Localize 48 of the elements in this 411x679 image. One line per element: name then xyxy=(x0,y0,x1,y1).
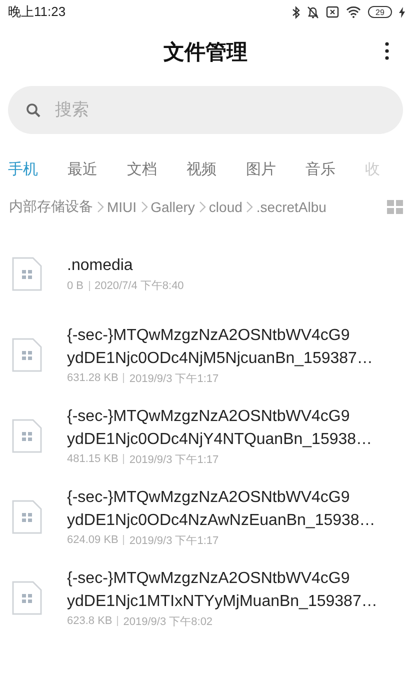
bell-off-icon xyxy=(307,6,319,18)
file-name: ydDE1Njc0ODc4NjM5NjcuanBn_159387… xyxy=(67,348,373,368)
page-title: 文件管理 xyxy=(164,40,248,66)
file-name: {-sec-}MTQwMzgzNzA2OSNtbWV4cG9 xyxy=(67,406,351,426)
file-icon xyxy=(11,256,43,292)
status-time: 晚上11:23 xyxy=(8,3,66,21)
file-size: 0 B xyxy=(67,280,84,292)
more-icon[interactable] xyxy=(385,42,389,60)
file-size: 624.09 KB xyxy=(67,534,118,546)
sim-icon xyxy=(326,6,339,18)
file-name: {-sec-}MTQwMzgzNzA2OSNtbWV4cG9 xyxy=(67,568,351,588)
category-tab[interactable]: 手机 xyxy=(8,160,68,178)
category-tab[interactable]: 文档 xyxy=(127,160,186,178)
file-icon xyxy=(11,580,43,616)
file-icon xyxy=(11,418,43,454)
chevron-icon xyxy=(196,200,207,214)
file-icon xyxy=(11,337,43,373)
category-tab[interactable]: 图片 xyxy=(246,160,306,178)
chevron-icon xyxy=(244,200,254,214)
file-name: {-sec-}MTQwMzgzNzA2OSNtbWV4cG9 xyxy=(67,326,351,346)
search-icon xyxy=(26,102,41,118)
breadcrumb-item[interactable]: cloud xyxy=(208,199,242,215)
breadcrumb-item[interactable]: 内部存储设备 xyxy=(9,198,93,216)
category-tab[interactable]: 视频 xyxy=(186,160,246,178)
file-size: 631.28 KB xyxy=(67,372,118,384)
file-name: .nomedia xyxy=(67,256,134,276)
chevron-icon xyxy=(138,200,149,214)
file-date: 2019/9/3 下午8:02 xyxy=(123,614,213,628)
file-name: ydDE1Njc1MTIxNTYyMjMuanBn_159387… xyxy=(67,592,378,612)
category-tab[interactable]: 音乐 xyxy=(306,160,365,178)
chevron-icon xyxy=(95,200,105,214)
breadcrumb-item[interactable]: Gallery xyxy=(150,199,195,215)
breadcrumb-item[interactable]: .secretAlbu xyxy=(256,199,326,215)
file-date: 2020/7/4 下午8:40 xyxy=(94,279,184,293)
file-date: 2019/9/3 下午1:17 xyxy=(129,452,219,466)
file-size: 623.8 KB xyxy=(67,615,112,627)
file-date: 2019/9/3 下午1:17 xyxy=(129,372,219,386)
file-size: 481.15 KB xyxy=(67,453,118,465)
bluetooth-icon xyxy=(292,6,300,18)
file-date: 2019/9/3 下午1:17 xyxy=(129,534,219,548)
battery-icon: 29 xyxy=(368,6,392,18)
wifi-icon xyxy=(346,6,361,18)
category-tab[interactable]: 最近 xyxy=(68,160,127,178)
file-name: ydDE1Njc0ODc4NjY4NTQuanBn_15938… xyxy=(67,430,372,450)
file-name: ydDE1Njc0ODc4NzAwNzEuanBn_15938… xyxy=(67,510,376,530)
file-name: {-sec-}MTQwMzgzNzA2OSNtbWV4cG9 xyxy=(67,488,351,508)
file-icon xyxy=(11,499,43,535)
breadcrumb-item[interactable]: MIUI xyxy=(107,199,137,215)
